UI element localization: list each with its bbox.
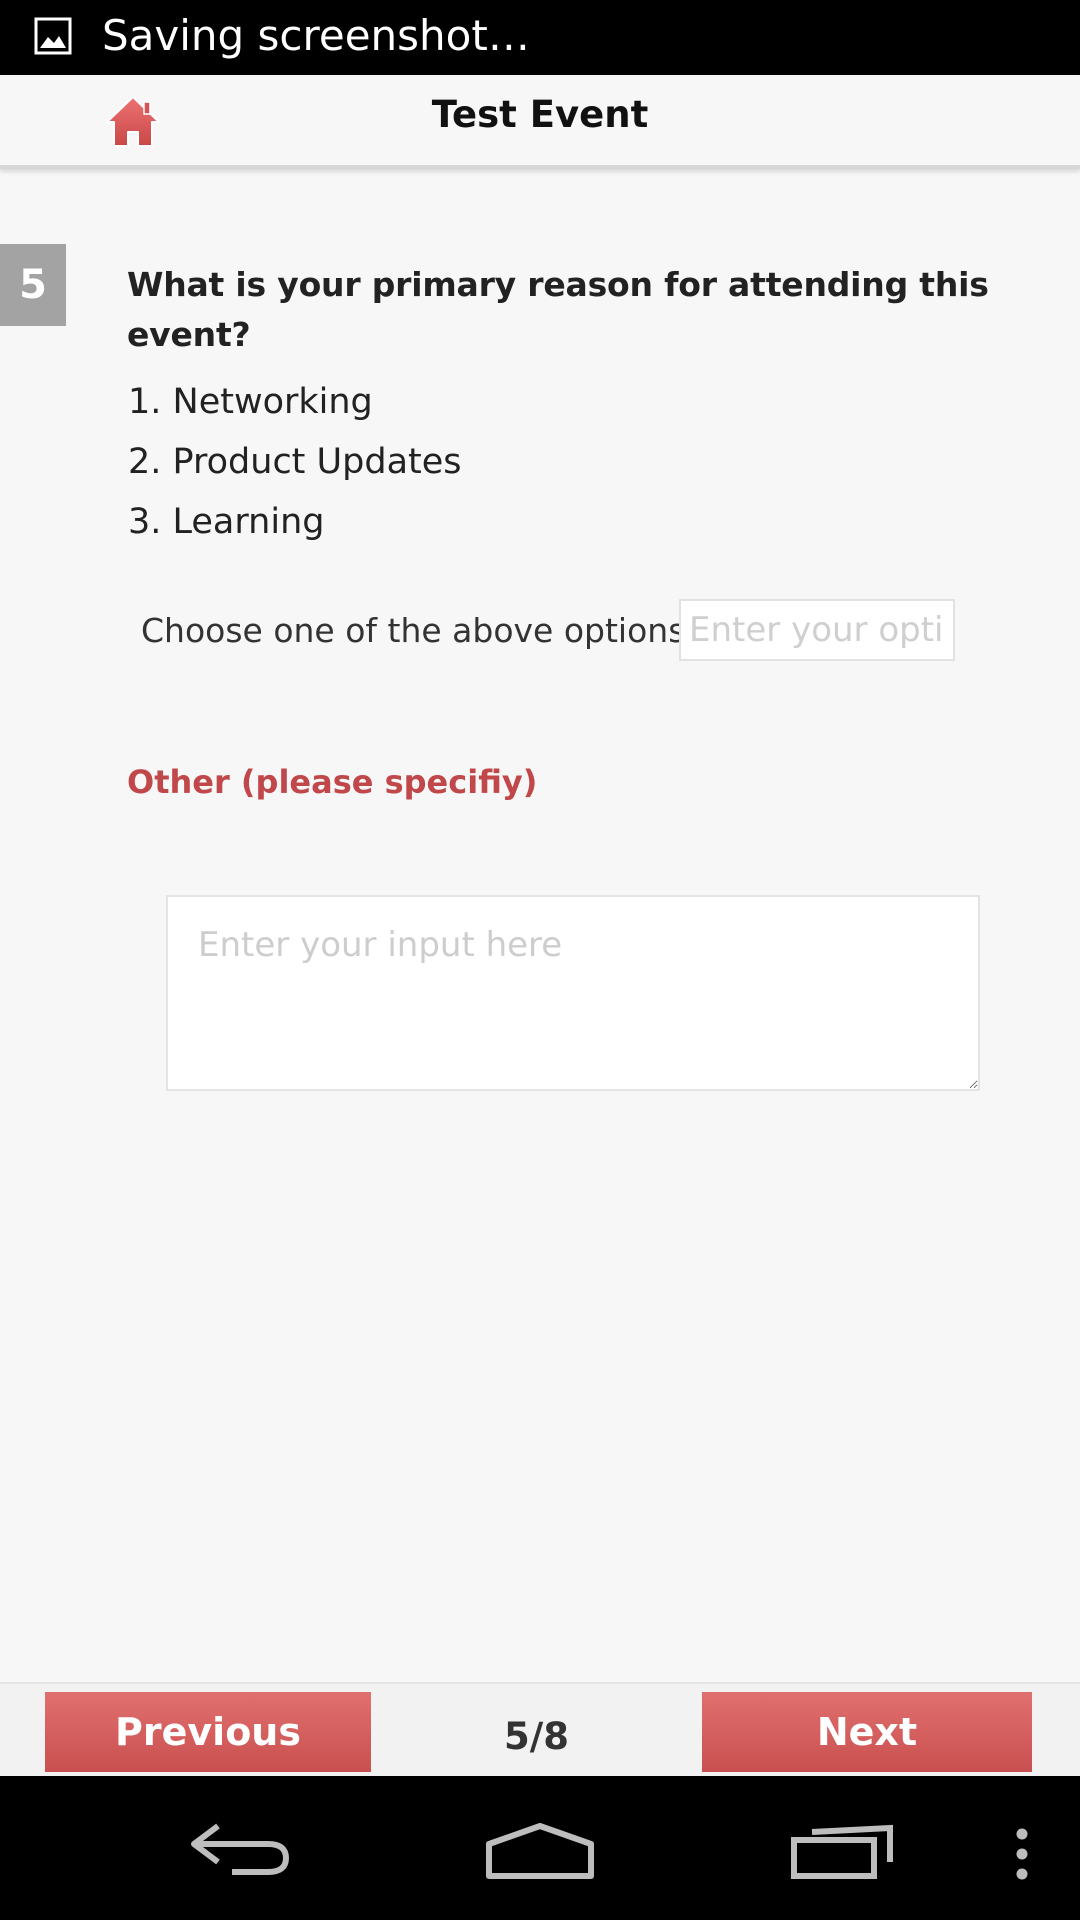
- option-item: 2. Product Updates: [128, 442, 462, 482]
- home-outline-icon[interactable]: [485, 1822, 595, 1880]
- option-item: 1. Networking: [128, 382, 373, 422]
- page-indicator: 5/8: [503, 1715, 569, 1758]
- image-icon: [34, 17, 72, 55]
- overflow-menu-icon[interactable]: [1008, 1826, 1036, 1882]
- other-input-textarea[interactable]: [166, 895, 980, 1091]
- question-text: What is your primary reason for attendin…: [127, 265, 989, 354]
- next-button[interactable]: Next: [702, 1692, 1032, 1772]
- page-title: Test Event: [431, 93, 649, 136]
- status-bar: Saving screenshot…: [0, 0, 1080, 75]
- question-number-badge: 5: [0, 244, 66, 326]
- choose-option-label: Choose one of the above options: [141, 611, 686, 650]
- other-label: Other (please specifiy): [127, 763, 538, 801]
- options-list: 1. Networking 2. Product Updates 3. Lear…: [128, 372, 462, 552]
- back-icon[interactable]: [188, 1820, 292, 1876]
- recent-apps-icon[interactable]: [790, 1822, 896, 1880]
- option-input[interactable]: [679, 599, 955, 661]
- option-item: 3. Learning: [128, 502, 325, 542]
- status-notification-text: Saving screenshot…: [102, 11, 530, 60]
- system-nav-bar: [0, 1776, 1080, 1920]
- previous-button[interactable]: Previous: [45, 1692, 371, 1772]
